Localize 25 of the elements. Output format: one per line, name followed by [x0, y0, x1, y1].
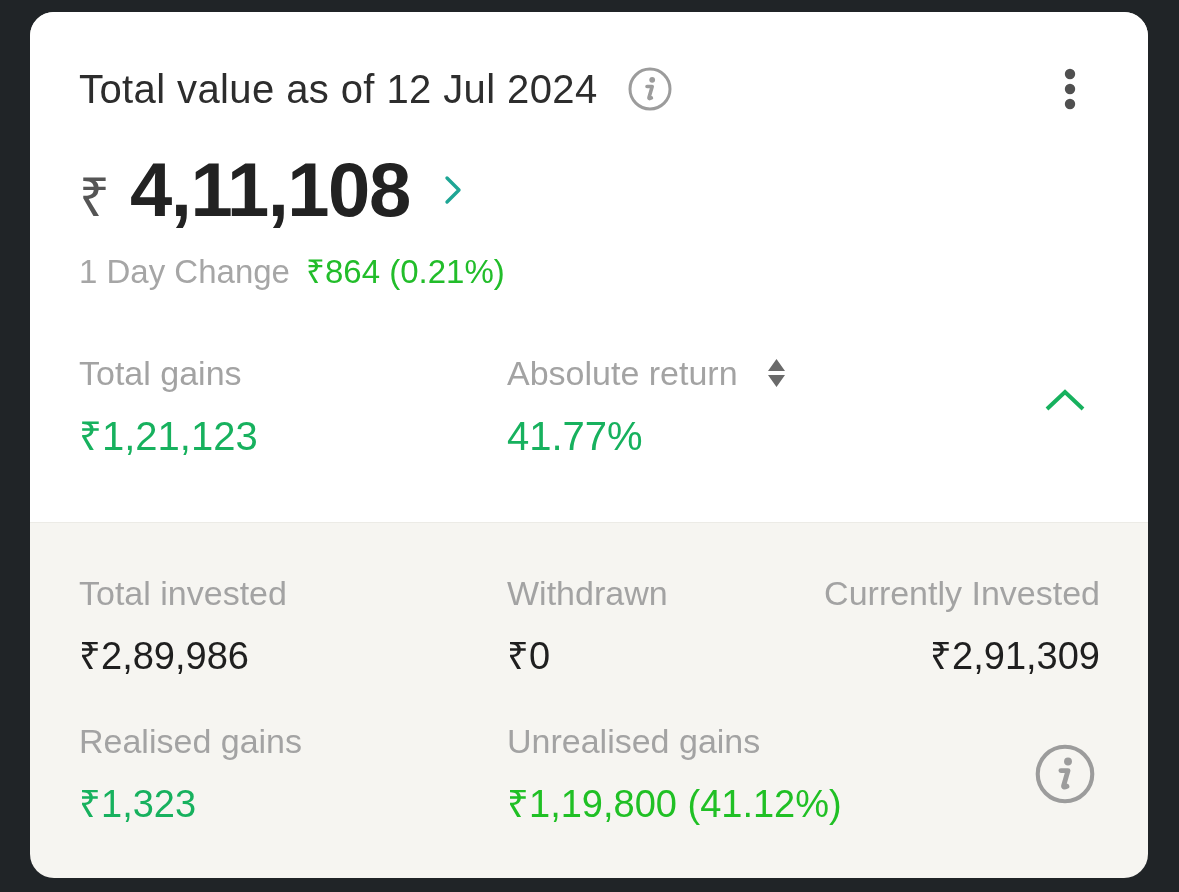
stat-value: ₹1,323	[79, 782, 197, 826]
stat-label: Total invested	[79, 573, 287, 613]
stat-value: ₹2,89,986	[79, 634, 249, 678]
currency-symbol: ₹	[79, 166, 110, 229]
stat-label: Absolute return	[507, 353, 738, 393]
stat-label: Realised gains	[79, 721, 303, 761]
chevron-up-icon[interactable]	[1044, 388, 1086, 412]
stat-value: 41.77%	[507, 413, 643, 460]
info-icon[interactable]	[1035, 743, 1095, 804]
card-title: Total value as of 12 Jul 2024	[79, 67, 598, 111]
stat-label: Currently Invested	[824, 573, 1100, 613]
sort-icon[interactable]	[767, 359, 785, 387]
total-value: 4,11,108	[130, 146, 410, 234]
stat-label: Unrealised gains	[507, 721, 761, 761]
stat-value: ₹2,91,309	[930, 634, 1100, 678]
day-change-value: ₹864 (0.21%)	[306, 252, 505, 292]
info-icon[interactable]	[627, 67, 672, 111]
stat-value: ₹1,19,800 (41.12%)	[507, 782, 842, 826]
chevron-right-icon[interactable]	[443, 175, 462, 205]
stat-value: ₹1,21,123	[79, 413, 258, 460]
more-options-icon[interactable]	[1064, 68, 1076, 110]
stat-value: ₹0	[507, 634, 551, 678]
stat-label: Withdrawn	[507, 573, 668, 613]
day-change-label: 1 Day Change	[79, 252, 290, 292]
stat-label: Total gains	[79, 353, 242, 393]
